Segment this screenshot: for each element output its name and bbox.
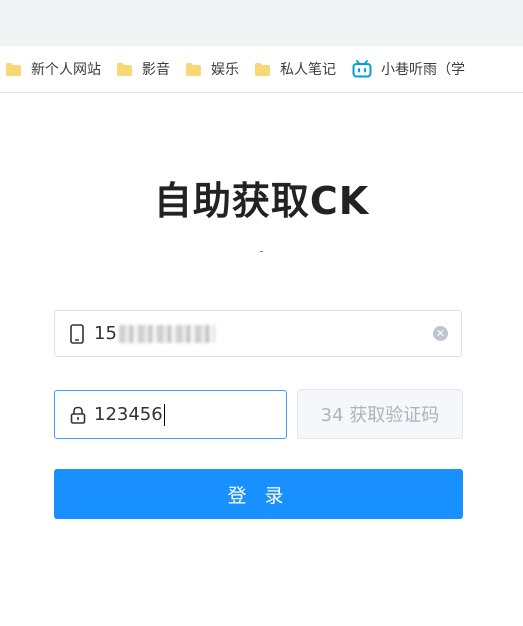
text-caret [163,403,165,426]
page-subtitle: - [259,244,264,258]
folder-icon [186,62,201,76]
get-code-button[interactable]: 34 获取验证码 [297,389,463,439]
folder-icon [255,62,270,76]
phone-input[interactable]: 15 ✕ [54,310,462,357]
lock-icon [70,406,86,424]
bookmark-new-personal-site[interactable]: 新个人网站 [6,54,101,84]
verification-code-input[interactable]: 123456 [54,390,287,439]
login-button[interactable]: 登 录 [54,469,463,519]
bookmark-label: 私人笔记 [280,62,336,78]
bookmark-label: 新个人网站 [31,62,101,78]
folder-icon [6,62,21,76]
clear-icon[interactable]: ✕ [433,326,448,341]
bookmark-media[interactable]: 影音 [117,54,170,84]
bookmark-private-notes[interactable]: 私人笔记 [255,54,336,84]
folder-icon [117,62,132,76]
browser-tab-strip [0,0,523,46]
code-value: 123456 [94,403,165,426]
bookmarks-bar: 新个人网站 影音 娱乐 私人笔记 小巷听雨（学 [0,46,523,93]
bookmark-bilibili[interactable]: 小巷听雨（学 [352,54,465,84]
phone-value: 15 [94,323,215,344]
bookmark-entertainment[interactable]: 娱乐 [186,54,239,84]
redacted-digits [118,325,215,343]
bookmark-label: 影音 [142,62,170,78]
phone-icon [70,323,84,344]
bilibili-icon [352,60,372,78]
bookmark-label: 小巷听雨（学 [381,62,465,78]
bookmark-label: 娱乐 [211,62,239,78]
page-title: 自助获取CK [153,179,370,223]
